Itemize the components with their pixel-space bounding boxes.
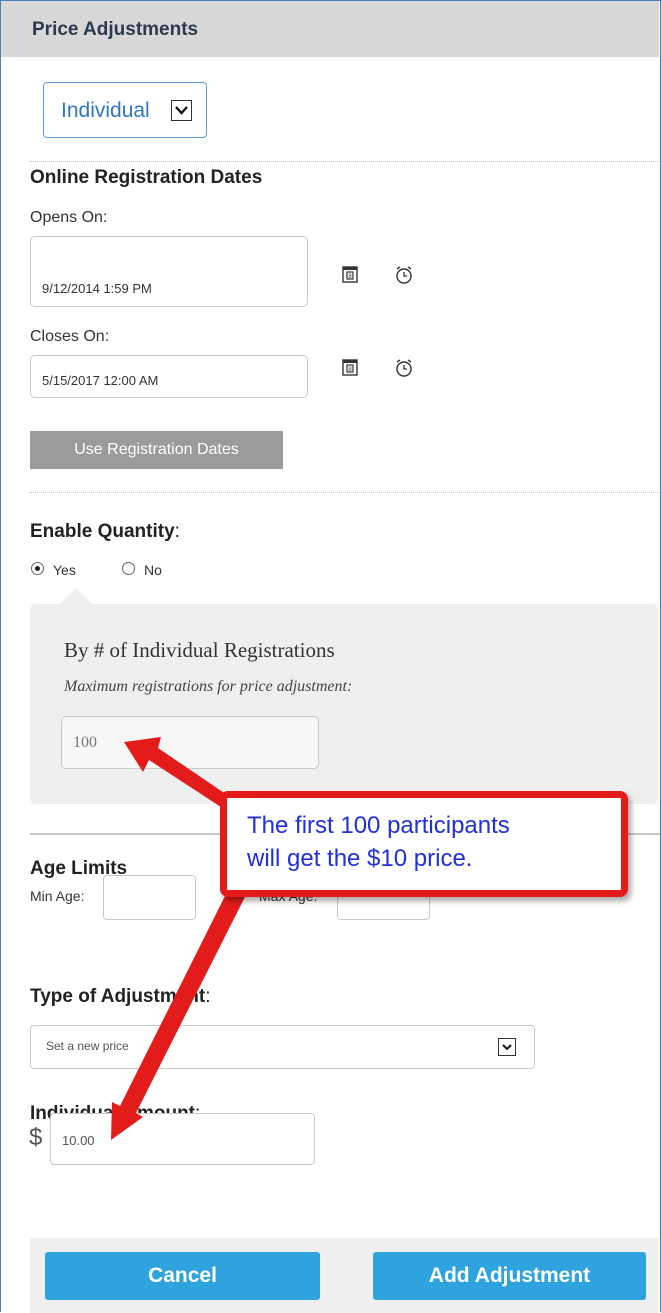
callout-line-2: will get the $10 price. [247,845,473,872]
annotation-arrows [111,737,262,1140]
callout-line-1: The first 100 participants [247,812,510,839]
annotation-callout: The first 100 participants will get the … [220,791,628,897]
arrow-to-amount-field [111,870,256,1140]
